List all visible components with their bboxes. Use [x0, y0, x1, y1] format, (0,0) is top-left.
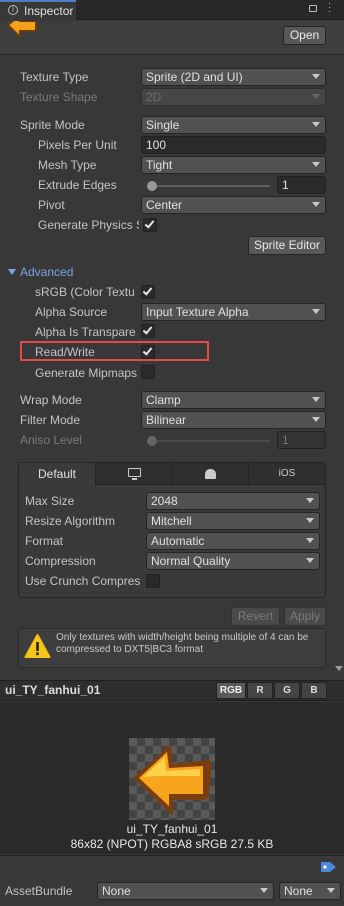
sprite-mode-label: Sprite Mode	[20, 118, 85, 132]
pivot-dropdown[interactable]: Center	[141, 196, 326, 214]
revert-button[interactable]: Revert	[231, 607, 280, 626]
alpha-transparency-label: Alpha Is Transpare	[35, 325, 136, 339]
tab-ios[interactable]: iOS	[249, 463, 325, 485]
alpha-source-label: Alpha Source	[35, 305, 108, 319]
gen-physics-label: Generate Physics S	[38, 218, 139, 232]
filter-mode-dropdown[interactable]: Bilinear	[141, 411, 326, 429]
tab-inspector[interactable]: i Inspector	[0, 0, 76, 21]
tab-standalone[interactable]	[96, 463, 173, 485]
assetbundle-dropdown[interactable]: None	[97, 882, 274, 900]
channel-r-button[interactable]: R	[247, 682, 273, 699]
extrude-label: Extrude Edges	[38, 178, 117, 192]
alpha-transparency-checkbox[interactable]	[141, 324, 155, 338]
preview-image-name: ui_TY_fanhui_01	[126, 822, 218, 836]
texture-type-dropdown[interactable]: Sprite (2D and UI)	[141, 68, 326, 86]
texture-shape-dropdown: 2D	[141, 88, 326, 106]
pivot-label: Pivot	[38, 198, 65, 212]
open-button[interactable]: Open	[283, 26, 326, 45]
tab-android[interactable]	[173, 463, 249, 485]
crunch-checkbox[interactable]	[146, 574, 160, 588]
compression-label: Compression	[25, 554, 96, 568]
aniso-slider-track	[148, 440, 270, 442]
max-size-label: Max Size	[25, 494, 75, 508]
texture-shape-label: Texture Shape	[20, 90, 98, 104]
channel-b-button[interactable]: B	[301, 682, 327, 699]
ppu-field[interactable]: 100	[141, 136, 326, 154]
alpha-source-dropdown[interactable]: Input Texture Alpha	[141, 303, 326, 321]
mesh-type-dropdown[interactable]: Tight	[141, 156, 326, 174]
aniso-label: Aniso Level	[20, 433, 83, 447]
crunch-label: Use Crunch Compres	[25, 574, 141, 588]
channel-rgb-button[interactable]: RGB	[216, 682, 246, 699]
warning-icon	[24, 634, 51, 658]
extrude-field[interactable]: 1	[277, 176, 326, 194]
advanced-header[interactable]: Advanced	[20, 265, 73, 279]
extrude-slider-handle[interactable]	[147, 181, 157, 191]
inspector-scrollbar[interactable]	[335, 56, 343, 676]
wrap-mode-label: Wrap Mode	[20, 393, 82, 407]
monitor-icon	[128, 468, 141, 477]
assetbundle-label: AssetBundle	[5, 884, 73, 898]
read-write-label: Read/Write	[35, 345, 95, 359]
filter-mode-label: Filter Mode	[20, 413, 81, 427]
preview-info: 86x82 (NPOT) RGBA8 sRGB 27.5 KB	[70, 837, 274, 851]
info-icon: i	[8, 5, 18, 15]
wrap-mode-dropdown[interactable]: Clamp	[141, 391, 326, 409]
max-size-dropdown[interactable]: 2048	[146, 492, 320, 510]
preview-name: ui_TY_fanhui_01	[5, 683, 101, 697]
sprite-editor-button[interactable]: Sprite Editor	[248, 236, 326, 255]
apply-button[interactable]: Apply	[284, 607, 326, 626]
label-tag-icon[interactable]	[320, 860, 338, 874]
advanced-foldout-icon[interactable]	[8, 269, 16, 275]
lock-icon[interactable]	[309, 5, 317, 12]
resize-label: Resize Algorithm	[25, 514, 116, 528]
texture-type-label: Texture Type	[20, 70, 89, 84]
mipmaps-label: Generate Mipmaps	[35, 366, 138, 380]
tab-title: Inspector	[24, 4, 74, 18]
compression-dropdown[interactable]: Normal Quality	[146, 552, 320, 570]
warning-text: Only textures with width/height being mu…	[56, 632, 309, 655]
asset-thumbnail-icon	[6, 21, 37, 37]
scrollbar-down-arrow[interactable]	[335, 666, 343, 671]
format-label: Format	[25, 534, 64, 548]
gen-physics-checkbox[interactable]	[143, 218, 157, 232]
aniso-field: 1	[277, 431, 326, 449]
srgb-checkbox[interactable]	[141, 285, 155, 299]
android-icon	[205, 469, 216, 479]
tab-default[interactable]: Default	[19, 463, 96, 486]
format-dropdown[interactable]: Automatic	[146, 532, 320, 550]
aniso-slider-handle	[147, 436, 157, 446]
mipmaps-checkbox[interactable]	[141, 365, 155, 379]
variant-dropdown[interactable]: None	[279, 882, 341, 900]
mesh-type-label: Mesh Type	[38, 158, 97, 172]
monitor-stand	[132, 478, 137, 480]
srgb-label: sRGB (Color Textu	[35, 285, 135, 299]
channel-g-button[interactable]: G	[274, 682, 300, 699]
arrow-sprite-image	[133, 744, 212, 816]
read-write-checkbox[interactable]	[141, 345, 155, 359]
extrude-slider-track[interactable]	[148, 185, 270, 187]
ppu-label: Pixels Per Unit	[38, 138, 117, 152]
resize-dropdown[interactable]: Mitchell	[146, 512, 320, 530]
more-icon[interactable]: · · ·	[328, 0, 331, 17]
sprite-mode-dropdown[interactable]: Single	[141, 116, 326, 134]
